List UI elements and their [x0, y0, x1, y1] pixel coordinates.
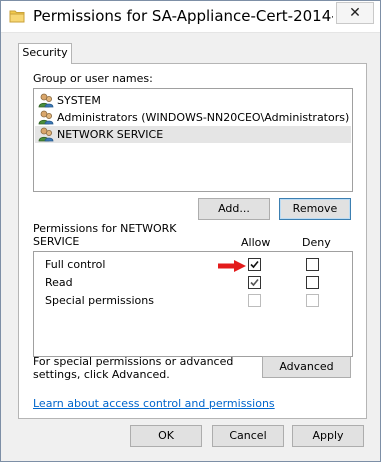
red-arrow-annotation — [218, 260, 246, 272]
permission-name: Read — [45, 276, 73, 289]
permissions-list: Full control Read Special permissions — [33, 251, 353, 357]
close-button[interactable]: ✕ — [336, 2, 374, 24]
deny-header: Deny — [302, 236, 331, 249]
deny-checkbox-special — [306, 294, 319, 307]
group-names-list[interactable]: SYSTEM Administrators (WINDOWS-NN20CEO\A… — [33, 88, 353, 192]
ok-button[interactable]: OK — [130, 425, 202, 447]
permission-name: Full control — [45, 258, 106, 271]
list-item-network-service[interactable]: NETWORK SERVICE — [35, 126, 351, 143]
allow-checkbox-full-control[interactable] — [248, 258, 261, 271]
list-item-label: SYSTEM — [57, 94, 101, 107]
advanced-button[interactable]: Advanced — [262, 356, 351, 378]
permission-row-read: Read — [34, 274, 352, 292]
window-title: Permissions for SA-Appliance-Cert-2014-1… — [33, 7, 333, 25]
tab-security[interactable]: Security — [18, 43, 72, 64]
permission-row-special: Special permissions — [34, 292, 352, 310]
checkmark-icon — [250, 278, 259, 287]
checkmark-icon — [250, 260, 259, 269]
allow-header: Allow — [241, 236, 271, 249]
cancel-button[interactable]: Cancel — [212, 425, 284, 447]
advanced-description: For special permissions or advanced sett… — [33, 355, 234, 381]
access-control-help-link[interactable]: Learn about access control and permissio… — [33, 397, 275, 410]
allow-checkbox-read[interactable] — [248, 276, 261, 289]
folder-icon — [9, 10, 25, 23]
user-group-icon — [38, 93, 54, 108]
list-item-label: NETWORK SERVICE — [57, 128, 164, 141]
deny-checkbox-full-control[interactable] — [306, 258, 319, 271]
permission-row-full-control: Full control — [34, 256, 352, 274]
apply-button[interactable]: Apply — [292, 425, 364, 447]
list-item-administrators[interactable]: Administrators (WINDOWS-NN20CEO\Administ… — [35, 109, 351, 126]
deny-checkbox-read[interactable] — [306, 276, 319, 289]
permissions-dialog: Permissions for SA-Appliance-Cert-2014-1… — [0, 0, 381, 462]
list-item-system[interactable]: SYSTEM — [35, 92, 351, 109]
permissions-for-label: Permissions for NETWORK SERVICE — [33, 222, 177, 248]
allow-checkbox-special — [248, 294, 261, 307]
group-names-label: Group or user names: — [33, 72, 153, 85]
remove-button[interactable]: Remove — [279, 198, 351, 220]
add-button[interactable]: Add... — [198, 198, 270, 220]
security-panel: Group or user names: SYSTEM Administrato… — [18, 63, 367, 419]
list-item-label: Administrators (WINDOWS-NN20CEO\Administ… — [57, 111, 350, 124]
permission-name: Special permissions — [45, 294, 154, 307]
user-group-icon — [38, 127, 54, 142]
title-bar: Permissions for SA-Appliance-Cert-2014-1… — [1, 1, 380, 33]
user-group-icon — [38, 110, 54, 125]
